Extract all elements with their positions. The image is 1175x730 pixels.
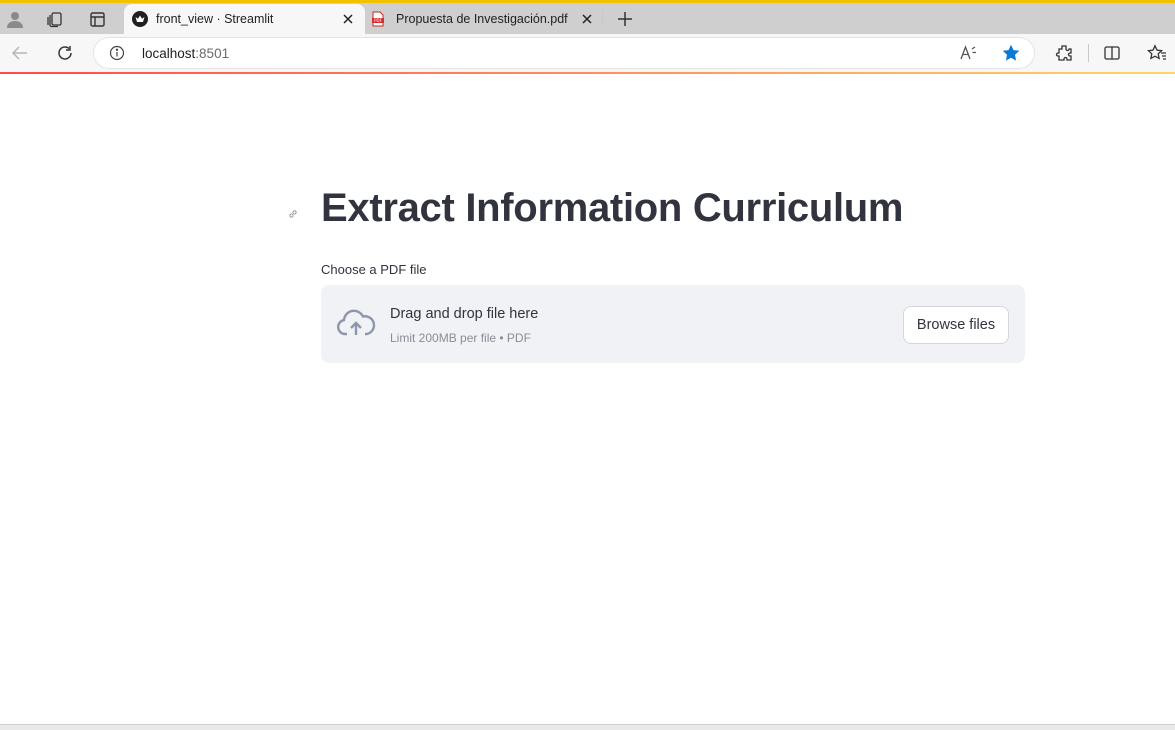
url-bar[interactable]: localhost:8501 xyxy=(93,37,1035,69)
streamlit-main: Extract Information Curriculum Choose a … xyxy=(0,74,1175,724)
favorite-star-icon[interactable] xyxy=(1001,43,1021,63)
site-info-icon[interactable] xyxy=(109,45,125,61)
svg-text:PDF: PDF xyxy=(374,18,382,23)
tab-bar: front_view · Streamlit PDF Propuesta de … xyxy=(0,3,1175,34)
page-title: Extract Information Curriculum xyxy=(321,186,904,230)
upload-limit-text: Limit 200MB per file • PDF xyxy=(390,331,531,345)
read-aloud-icon[interactable] xyxy=(959,44,977,62)
drop-instructions: Drag and drop file here xyxy=(390,306,539,322)
back-icon[interactable] xyxy=(8,41,32,65)
uploader-label: Choose a PDF file xyxy=(321,262,427,277)
new-tab-icon[interactable] xyxy=(612,7,638,31)
browse-files-button[interactable]: Browse files xyxy=(903,306,1009,344)
tab-separator xyxy=(602,9,603,27)
url-host: localhost xyxy=(142,46,196,61)
tab-actions-icon[interactable] xyxy=(84,7,110,31)
collections-icon[interactable] xyxy=(42,7,68,31)
close-tab-icon[interactable] xyxy=(578,10,596,28)
streamlit-icon xyxy=(132,11,148,27)
link-anchor-icon[interactable] xyxy=(287,207,299,219)
tab-title: front_view · Streamlit xyxy=(156,12,274,26)
close-tab-icon[interactable] xyxy=(339,10,357,28)
extensions-icon[interactable] xyxy=(1052,41,1076,65)
url-port: :8501 xyxy=(195,46,230,61)
url-text: localhost:8501 xyxy=(142,46,229,61)
tab-title: Propuesta de Investigación.pdf xyxy=(396,12,568,26)
favorites-icon[interactable] xyxy=(1145,41,1169,65)
tab-front-view[interactable]: front_view · Streamlit xyxy=(124,4,365,34)
toolbar-separator xyxy=(1088,44,1089,62)
file-dropzone[interactable]: Drag and drop file here Limit 200MB per … xyxy=(321,285,1025,363)
refresh-icon[interactable] xyxy=(53,41,77,65)
pdf-icon: PDF xyxy=(370,11,386,27)
window-bottom-edge xyxy=(0,724,1175,730)
address-toolbar: localhost:8501 xyxy=(0,34,1175,72)
cloud-upload-icon xyxy=(336,307,376,341)
tab-propuesta-pdf[interactable]: PDF Propuesta de Investigación.pdf xyxy=(365,4,603,34)
profile-icon[interactable] xyxy=(2,7,28,31)
split-screen-icon[interactable] xyxy=(1100,41,1124,65)
